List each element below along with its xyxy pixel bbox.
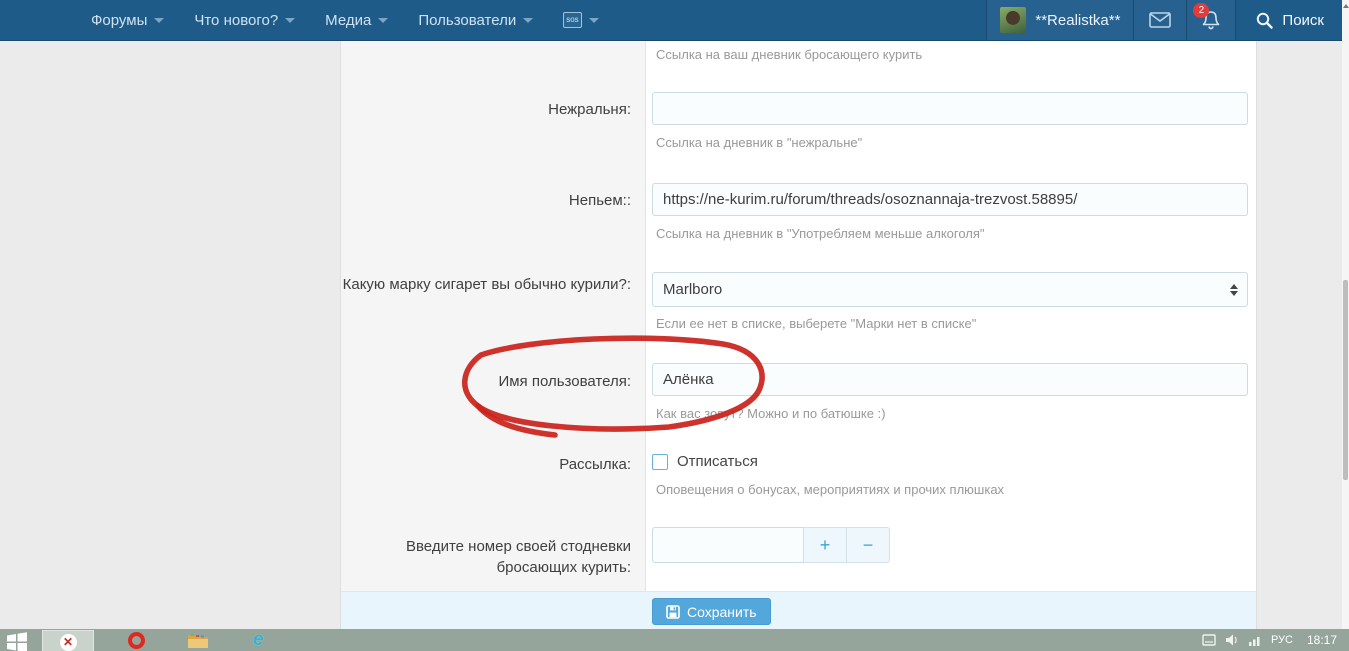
internet-explorer-icon[interactable]: e: [253, 629, 264, 651]
nav-item-label: Медиа: [325, 12, 371, 29]
field-hint: Ссылка на дневник в "нежральне": [656, 135, 862, 150]
field-hint: Как вас зовут? Можно и по батюшке :): [656, 406, 886, 421]
nezhralnya-input[interactable]: [652, 92, 1248, 125]
field-hint: Если ее нет в списке, выберете "Марки не…: [656, 316, 976, 331]
profile-form: Ссылка на ваш дневник бросающего курить …: [340, 41, 1257, 629]
chevron-down-icon: [523, 18, 533, 23]
nav-item-label: Форумы: [91, 12, 147, 29]
up-down-arrows-icon: [1230, 284, 1238, 296]
selected-option: Marlboro: [663, 281, 722, 298]
language-indicator[interactable]: РУС: [1271, 634, 1293, 646]
user-menu[interactable]: **Realistka**: [986, 0, 1134, 40]
field-label-cigarette-brand: Какую марку сигарет вы обычно курили?:: [341, 274, 631, 295]
main-menu: Форумы Что нового? Медиа Пользователи so…: [76, 0, 614, 40]
chevron-down-icon: [378, 18, 388, 23]
search-label: Поиск: [1282, 12, 1324, 29]
chevron-down-icon: [285, 18, 295, 23]
clock[interactable]: 18:17: [1307, 633, 1337, 647]
inbox-button[interactable]: [1134, 0, 1187, 40]
field-label-nezhralnya: Нежральня:: [341, 99, 631, 120]
navbar-right: **Realistka** 2 Поиск: [986, 0, 1342, 40]
increment-button[interactable]: +: [803, 527, 847, 563]
nav-item-whats-new[interactable]: Что нового?: [179, 0, 310, 40]
save-button-label: Сохранить: [687, 604, 757, 620]
network-icon[interactable]: [1248, 633, 1262, 647]
field-label-display-name: Имя пользователя:: [341, 371, 631, 392]
save-button[interactable]: Сохранить: [652, 598, 771, 625]
field-hint: Ссылка на ваш дневник бросающего курить: [656, 47, 922, 62]
nav-item-label: Что нового?: [194, 12, 278, 29]
floppy-icon: [666, 605, 680, 619]
scrollbar[interactable]: [1342, 0, 1349, 629]
hundred-days-input[interactable]: [652, 527, 804, 563]
screen: Форумы Что нового? Медиа Пользователи so…: [0, 0, 1349, 651]
chevron-down-icon: [589, 18, 599, 23]
search-icon: [1256, 12, 1273, 29]
file-explorer-icon[interactable]: [187, 632, 209, 650]
alerts-button[interactable]: 2: [1187, 0, 1236, 40]
system-tray: РУС 18:17: [1202, 629, 1349, 647]
sos-icon: sos: [563, 12, 581, 28]
taskbar-active-app[interactable]: ✕: [42, 630, 94, 651]
nav-item-sos[interactable]: sos: [548, 0, 613, 40]
cigarette-brand-select[interactable]: Marlboro: [652, 272, 1248, 307]
checkbox-label: Отписаться: [677, 453, 758, 470]
unsubscribe-checkbox[interactable]: [652, 454, 668, 470]
tray-device-icon[interactable]: [1202, 633, 1216, 647]
scrollbar-thumb[interactable]: [1343, 280, 1348, 480]
field-hint: Оповещения о бонусах, мероприятиях и про…: [656, 482, 1004, 497]
nav-item-label: Пользователи: [418, 12, 516, 29]
decrement-button[interactable]: −: [846, 527, 890, 563]
nepyem-url-input[interactable]: [652, 183, 1248, 216]
field-label-hundred-days: Введите номер своей стодневки бросающих …: [341, 536, 631, 578]
top-navbar: Форумы Что нового? Медиа Пользователи so…: [0, 0, 1342, 41]
hundred-days-stepper: + −: [652, 527, 890, 563]
field-hint: Ссылка на дневник в "Употребляем меньше …: [656, 226, 985, 241]
nav-item-users[interactable]: Пользователи: [403, 0, 548, 40]
display-name-input[interactable]: [652, 363, 1248, 396]
username: **Realistka**: [1035, 12, 1120, 29]
form-footer: Сохранить: [341, 591, 1256, 629]
field-label-nepyem: Непьем::: [341, 190, 631, 211]
unsubscribe-option: Отписаться: [652, 453, 758, 470]
search-button[interactable]: Поиск: [1236, 0, 1342, 40]
speaker-icon[interactable]: [1225, 633, 1239, 647]
chevron-down-icon: [154, 18, 164, 23]
envelope-icon: [1149, 12, 1171, 28]
field-label-mailing: Рассылка:: [341, 454, 631, 475]
start-button-icon[interactable]: [6, 631, 28, 651]
nav-item-media[interactable]: Медиа: [310, 0, 403, 40]
nav-item-forums[interactable]: Форумы: [76, 0, 179, 40]
opera-icon[interactable]: [128, 632, 145, 649]
close-icon: ✕: [60, 634, 77, 651]
avatar: [1000, 7, 1026, 33]
scroll-up-arrow-icon[interactable]: [1343, 4, 1349, 8]
taskbar: ✕ e РУС 18:17: [0, 629, 1349, 651]
